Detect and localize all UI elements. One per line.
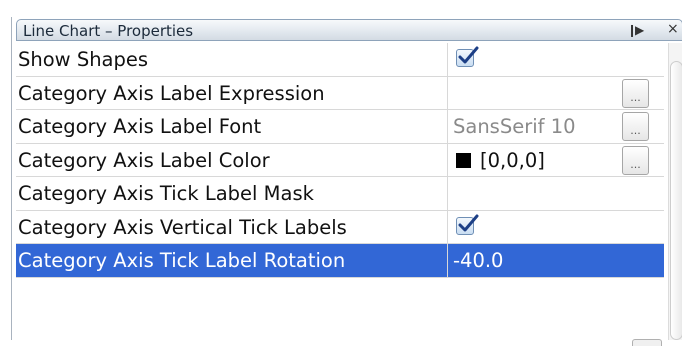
property-name: Category Axis Label Expression — [16, 76, 448, 109]
checkmark-icon — [458, 214, 479, 231]
property-value[interactable]: -40.0 — [448, 244, 664, 277]
label-expression-ellipsis-button[interactable]: ... — [622, 78, 649, 108]
vertical-tick-labels-checkbox[interactable] — [456, 214, 479, 235]
property-row-label-expression[interactable]: Category Axis Label Expression ... — [16, 76, 664, 110]
pin-icon[interactable]: ❙▶ — [627, 23, 644, 37]
property-value[interactable]: ... — [448, 77, 664, 110]
checkmark-icon — [458, 46, 479, 64]
scrollbar-thumb[interactable] — [670, 61, 682, 340]
property-row-tick-label-rotation[interactable]: Category Axis Tick Label Rotation -40.0 — [16, 244, 664, 278]
property-row-tick-label-mask[interactable]: Category Axis Tick Label Mask — [16, 177, 664, 211]
panel-titlebar[interactable]: Line Chart – Properties ❙▶ × — [16, 19, 682, 41]
property-value[interactable] — [448, 177, 664, 210]
property-row-label-font[interactable]: Category Axis Label Font SansSerif 10 ..… — [16, 110, 664, 144]
property-value[interactable] — [448, 211, 664, 244]
color-swatch — [456, 152, 471, 168]
partial-next-row-button — [632, 339, 662, 346]
property-row-vertical-tick-labels[interactable]: Category Axis Vertical Tick Labels — [16, 210, 664, 244]
property-row-label-color[interactable]: Category Axis Label Color [0,0,0] ... — [16, 143, 664, 177]
label-font-ellipsis-button[interactable]: ... — [622, 112, 649, 141]
close-icon[interactable]: × — [667, 21, 679, 37]
property-row-show-shapes[interactable]: Show Shapes — [16, 43, 664, 77]
label-color-ellipsis-button[interactable]: ... — [622, 145, 649, 175]
property-name: Category Axis Tick Label Mask — [16, 177, 448, 210]
property-value-text: SansSerif 10 — [453, 115, 576, 138]
property-value[interactable] — [448, 43, 664, 76]
property-name: Category Axis Tick Label Rotation — [16, 244, 448, 277]
property-value-text: [0,0,0] — [480, 148, 545, 172]
vertical-scrollbar[interactable] — [668, 43, 682, 340]
properties-panel: Line Chart – Properties ❙▶ × Show Shapes… — [11, 17, 682, 346]
property-value[interactable]: [0,0,0] ... — [448, 144, 664, 177]
panel-title: Line Chart – Properties — [23, 22, 194, 40]
show-shapes-checkbox[interactable] — [456, 46, 479, 67]
property-name: Category Axis Vertical Tick Labels — [16, 210, 448, 243]
property-value-text: -40.0 — [453, 249, 504, 272]
property-name: Category Axis Label Color — [16, 143, 448, 176]
property-grid: Show Shapes Category Axis Label Expressi… — [16, 43, 664, 278]
property-name: Category Axis Label Font — [16, 110, 448, 143]
property-value[interactable]: SansSerif 10 ... — [448, 110, 664, 143]
property-name: Show Shapes — [16, 43, 448, 76]
